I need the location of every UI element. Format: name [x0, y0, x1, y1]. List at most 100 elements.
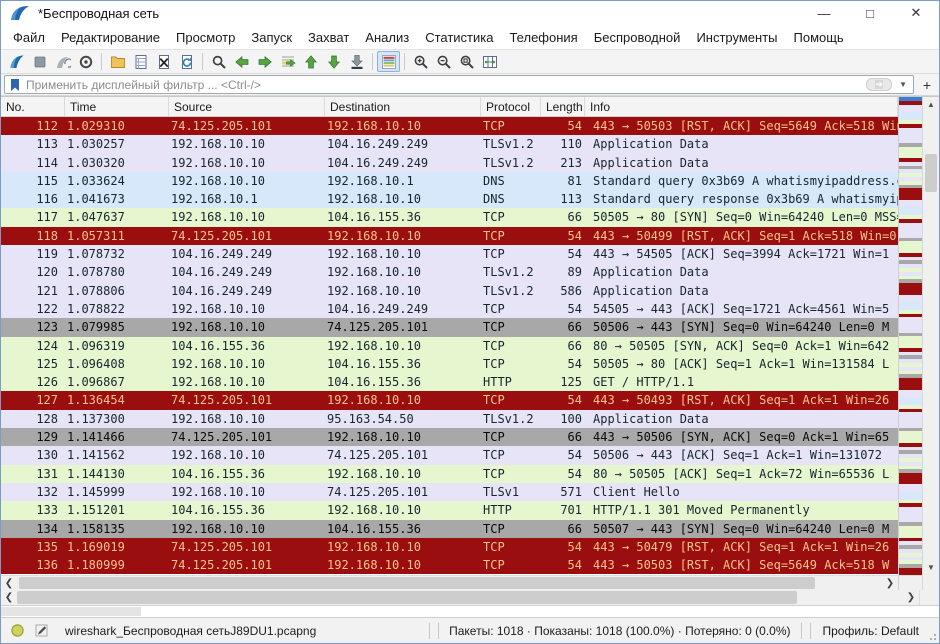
menu-0[interactable]: Файл [5, 27, 53, 48]
cell-destination: 104.16.249.249 [325, 154, 481, 172]
hscroll-thumb[interactable] [19, 577, 815, 589]
open-file-icon[interactable] [106, 51, 129, 72]
menu-7[interactable]: Телефония [501, 27, 585, 48]
intelligent-scrollbar-minimap[interactable] [898, 97, 922, 590]
secondary-hscrollbar[interactable]: ❮ ❯ [1, 590, 919, 605]
packet-row-130[interactable]: 1301.141562192.168.10.1074.125.205.101TC… [1, 446, 898, 464]
cell-length: 54 [541, 355, 585, 373]
capture-options-icon[interactable] [74, 51, 97, 72]
cell-source: 192.168.10.10 [169, 520, 325, 538]
packet-list-hscrollbar[interactable]: ❮ ❯ [1, 575, 898, 590]
zoom-reset-icon[interactable] [455, 51, 478, 72]
resize-grip[interactable] [927, 618, 939, 643]
packet-row-126[interactable]: 1261.096867192.168.10.10104.16.155.36HTT… [1, 373, 898, 391]
vscroll-track[interactable] [923, 112, 939, 560]
packet-row-117[interactable]: 1171.047637192.168.10.10104.16.155.36TCP… [1, 208, 898, 226]
close-file-icon[interactable] [152, 51, 175, 72]
hscroll-right-icon[interactable]: ❯ [882, 576, 898, 590]
apply-filter-icon[interactable]: ➜ [866, 78, 892, 91]
vscroll-thumb[interactable] [925, 154, 937, 192]
hscroll-track[interactable] [17, 576, 882, 590]
packet-row-129[interactable]: 1291.14146674.125.205.101192.168.10.10TC… [1, 428, 898, 446]
column-header-length[interactable]: Length [541, 97, 585, 116]
cell-source: 192.168.10.10 [169, 135, 325, 153]
hscroll2-track[interactable] [17, 590, 903, 605]
colorize-icon[interactable] [377, 51, 400, 72]
menu-1[interactable]: Редактирование [53, 27, 168, 48]
resize-columns-icon[interactable] [478, 51, 501, 72]
go-last-packet-icon[interactable] [322, 51, 345, 72]
cell-protocol: TCP [481, 117, 541, 135]
packet-row-113[interactable]: 1131.030257192.168.10.10104.16.249.249TL… [1, 135, 898, 153]
menu-3[interactable]: Запуск [243, 27, 300, 48]
packet-row-122[interactable]: 1221.078822192.168.10.10104.16.249.249TC… [1, 300, 898, 318]
packet-row-112[interactable]: 1121.02931074.125.205.101192.168.10.10TC… [1, 117, 898, 135]
vertical-scrollbar[interactable]: ▲ ▼ [922, 97, 939, 590]
cell-info: 50506 → 443 [ACK] Seq=1 Ack=1 Win=131072 [585, 446, 898, 464]
vscroll-up-icon[interactable]: ▲ [923, 97, 939, 112]
packet-row-120[interactable]: 1201.078780104.16.249.249192.168.10.10TL… [1, 263, 898, 281]
maximize-button[interactable]: □ [847, 1, 893, 25]
display-filter-input[interactable]: Применить дисплейный фильтр ... <Ctrl-/>… [4, 75, 914, 94]
auto-scroll-icon[interactable] [345, 51, 368, 72]
menu-9[interactable]: Инструменты [688, 27, 785, 48]
go-forward-icon[interactable] [253, 51, 276, 72]
hscroll2-thumb[interactable] [17, 591, 797, 604]
cell-protocol: TLSv1.2 [481, 410, 541, 428]
hscroll2-left-icon[interactable]: ❮ [1, 590, 17, 605]
menu-2[interactable]: Просмотр [168, 27, 243, 48]
packet-row-118[interactable]: 1181.05731174.125.205.101192.168.10.10TC… [1, 227, 898, 245]
column-header-no[interactable]: No. [1, 97, 65, 116]
packet-row-131[interactable]: 1311.144130104.16.155.36192.168.10.10TCP… [1, 465, 898, 483]
hscroll-left-icon[interactable]: ❮ [1, 576, 17, 590]
menu-8[interactable]: Беспроводной [586, 27, 689, 48]
go-to-packet-icon[interactable] [276, 51, 299, 72]
zoom-in-icon[interactable] [409, 51, 432, 72]
packet-row-132[interactable]: 1321.145999192.168.10.1074.125.205.101TL… [1, 483, 898, 501]
packet-row-127[interactable]: 1271.13645474.125.205.101192.168.10.10TC… [1, 391, 898, 409]
packet-row-114[interactable]: 1141.030320192.168.10.10104.16.249.249TL… [1, 154, 898, 172]
expert-info-icon[interactable] [10, 623, 25, 638]
add-filter-button[interactable]: + [918, 75, 936, 94]
menu-4[interactable]: Захват [300, 27, 357, 48]
packet-row-115[interactable]: 1151.033624192.168.10.10192.168.10.1DNS8… [1, 172, 898, 190]
reload-file-icon[interactable] [175, 51, 198, 72]
profile-label[interactable]: Профиль: Default [815, 624, 928, 638]
packet-row-124[interactable]: 1241.096319104.16.155.36192.168.10.10TCP… [1, 337, 898, 355]
packet-row-119[interactable]: 1191.078732104.16.249.249192.168.10.10TC… [1, 245, 898, 263]
capture-comment-icon[interactable] [34, 623, 49, 638]
column-header-info[interactable]: Info [585, 97, 898, 116]
packet-row-125[interactable]: 1251.096408192.168.10.10104.16.155.36TCP… [1, 355, 898, 373]
menu-6[interactable]: Статистика [417, 27, 501, 48]
stop-capture-icon[interactable] [28, 51, 51, 72]
column-header-source[interactable]: Source [169, 97, 325, 116]
menu-10[interactable]: Помощь [786, 27, 852, 48]
packet-row-116[interactable]: 1161.041673192.168.10.1192.168.10.10DNS1… [1, 190, 898, 208]
packet-row-123[interactable]: 1231.079985192.168.10.1074.125.205.101TC… [1, 318, 898, 336]
close-button[interactable]: ✕ [893, 1, 939, 25]
hscroll2-right-icon[interactable]: ❯ [903, 590, 919, 605]
start-capture-icon[interactable] [5, 51, 28, 72]
filter-dropdown-icon[interactable]: ▼ [895, 80, 911, 89]
column-header-protocol[interactable]: Protocol [481, 97, 541, 116]
zoom-out-icon[interactable] [432, 51, 455, 72]
restart-capture-icon[interactable] [51, 51, 74, 72]
packet-row-135[interactable]: 1351.16901974.125.205.101192.168.10.10TC… [1, 538, 898, 556]
column-header-time[interactable]: Time [65, 97, 169, 116]
cell-time: 1.137300 [65, 410, 169, 428]
vscroll-down-icon[interactable]: ▼ [923, 560, 939, 575]
packet-row-121[interactable]: 1211.078806104.16.249.249192.168.10.10TL… [1, 282, 898, 300]
filter-bookmark-icon[interactable] [9, 78, 22, 92]
menu-5[interactable]: Анализ [357, 27, 417, 48]
packet-row-128[interactable]: 1281.137300192.168.10.1095.163.54.50TLSv… [1, 410, 898, 428]
packet-row-134[interactable]: 1341.158135192.168.10.10104.16.155.36TCP… [1, 520, 898, 538]
save-file-icon[interactable] [129, 51, 152, 72]
find-packet-icon[interactable] [207, 51, 230, 72]
status-separator [429, 623, 430, 639]
go-first-packet-icon[interactable] [299, 51, 322, 72]
packet-row-136[interactable]: 1361.18099974.125.205.101192.168.10.10TC… [1, 556, 898, 574]
go-back-icon[interactable] [230, 51, 253, 72]
packet-row-133[interactable]: 1331.151201104.16.155.36192.168.10.10HTT… [1, 501, 898, 519]
minimize-button[interactable]: — [801, 1, 847, 25]
column-header-destination[interactable]: Destination [325, 97, 481, 116]
